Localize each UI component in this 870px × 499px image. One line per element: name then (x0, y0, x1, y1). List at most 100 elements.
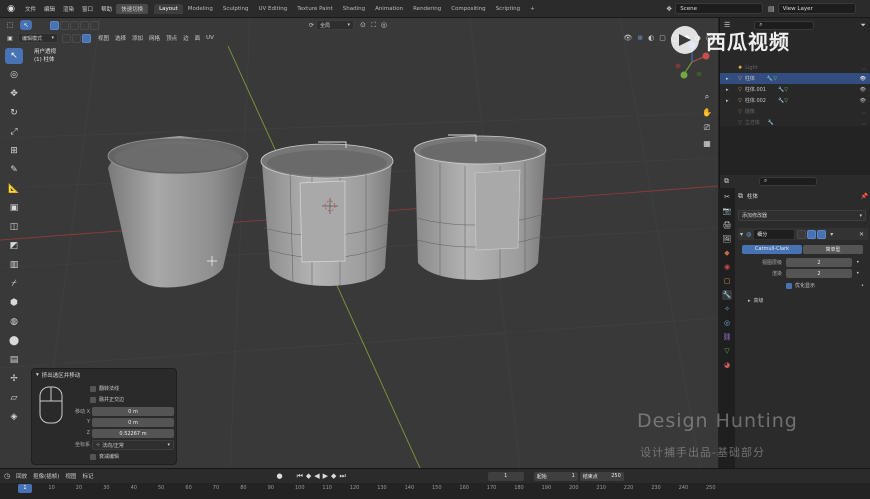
output-tab-icon[interactable]: 🖨 (722, 220, 732, 230)
menu-mesh[interactable]: 网格 (146, 34, 163, 42)
pivot-icon[interactable]: ⊙ (360, 21, 366, 29)
face-select-icon[interactable] (82, 33, 91, 43)
dissolve-orthogonal-checkbox[interactable] (90, 396, 96, 403)
tab-compositing[interactable]: Compositing (446, 4, 490, 14)
tab-shading[interactable]: Shading (338, 4, 370, 14)
select-mode-extend-icon[interactable] (60, 20, 69, 30)
visibility-eye-icon[interactable]: ◡ (862, 109, 866, 115)
scale-icon[interactable]: ⤢ (5, 124, 23, 140)
menu-uv[interactable]: UV (203, 35, 217, 41)
end-frame-field[interactable]: 结束点 250 (579, 471, 624, 481)
perspective-grid-icon[interactable]: ▦ (700, 139, 714, 148)
constraints-tab-icon[interactable]: ⛓ (722, 332, 732, 342)
timeline-ruler[interactable]: 1 10 20 30 40 50 60 70 80 90 100 110 120 130 140 150 16… (0, 483, 870, 499)
select-mode-intersect-icon[interactable] (90, 20, 99, 30)
outliner-item-light[interactable]: ✹ Light ◡ (720, 62, 870, 73)
menu-file[interactable]: 文件 (21, 5, 40, 13)
scene-name-field[interactable]: Scene (675, 3, 764, 14)
flip-normals-row[interactable]: 翻转法线 (90, 385, 119, 392)
optimal-display-checkbox[interactable] (786, 282, 792, 289)
visibility-eye-icon[interactable]: ◡ (862, 120, 866, 126)
inset-icon[interactable]: ◫ (5, 219, 23, 235)
editor-type-icon[interactable]: ⬚ (4, 20, 16, 30)
overlay-icon[interactable]: ◐ (648, 34, 654, 42)
visibility-eye-icon[interactable]: 👁 (860, 87, 866, 93)
dissolve-orthogonal-row[interactable]: 融并正交边 (90, 396, 124, 403)
viewport-levels-field[interactable]: 2 (786, 258, 852, 267)
visibility-eye-icon[interactable]: ◡ (862, 65, 866, 71)
start-frame-field[interactable]: 起始 1 (533, 471, 578, 481)
record-icon[interactable]: ● (276, 472, 282, 480)
transform-icon[interactable]: ⊞ (5, 143, 23, 159)
animate-dot-icon[interactable]: • (856, 270, 860, 277)
tab-layout[interactable]: Layout (154, 3, 183, 14)
move-x-field[interactable]: 0 m (92, 407, 174, 416)
modifier-tab-icon[interactable]: 🔧 (722, 290, 732, 300)
edge-select-icon[interactable] (72, 33, 81, 43)
menu-view[interactable]: 视图 (95, 34, 112, 42)
blender-logo-icon[interactable]: ◉ (4, 3, 18, 15)
jump-end-icon[interactable]: ⏭ (339, 472, 345, 481)
outliner-item-cylinder[interactable]: ▸ ▽ 柱体 🔧▽ 👁 (720, 73, 870, 84)
menu-edit[interactable]: 编辑 (40, 5, 59, 13)
last-operator-panel[interactable]: ▾ 挤出选区并移动 翻转法线 融并正交边 移动 X 0 m Y 0 m Z 0.… (31, 368, 177, 465)
shrink-fatten-icon[interactable]: ✢ (5, 371, 23, 387)
filter-icon[interactable]: ⏷ (860, 21, 866, 30)
viewport-toggle-icon[interactable] (807, 229, 817, 239)
menu-timeline-view[interactable]: 视图 (62, 472, 79, 480)
subdivision-modifier-header[interactable]: ▾ ◍ 细分 ▾ ✕ (738, 228, 868, 240)
edge-slide-icon[interactable]: ▤ (5, 352, 23, 368)
menu-keying[interactable]: 抠像(插帧) (30, 472, 62, 480)
advanced-subpanel[interactable]: ▸ 高级 (738, 296, 868, 305)
flip-normals-checkbox[interactable] (90, 385, 96, 392)
data-tab-icon[interactable]: ▽ (722, 346, 732, 356)
mode-dropdown[interactable]: 编辑模式 ▾ (18, 33, 58, 43)
outliner-item-camera[interactable]: ▽ 摄像 ◡ (720, 106, 870, 117)
render-levels-field[interactable]: 2 (786, 269, 852, 278)
world-tab-icon[interactable]: ◉ (722, 262, 732, 272)
visibility-eye-icon[interactable]: 👁 (860, 76, 866, 82)
animate-dot-icon[interactable]: • (856, 259, 860, 266)
properties-search-field[interactable]: ⌕ (759, 177, 817, 186)
zoom-icon[interactable]: ⌕ (700, 92, 714, 102)
bevel-icon[interactable]: ◩ (5, 238, 23, 254)
pin-icon[interactable]: 📌 (861, 193, 868, 200)
xray-icon[interactable]: ▢ (659, 34, 666, 42)
gizmo-icon[interactable]: ⊕ (637, 34, 643, 42)
camera-view-icon[interactable]: ⎚ (700, 123, 714, 133)
play-reverse-icon[interactable]: ◀ (314, 472, 319, 480)
move-y-field[interactable]: 0 m (92, 418, 174, 427)
select-box-icon[interactable]: ↖ (5, 48, 23, 64)
operator-panel-header[interactable]: ▾ 挤出选区并移动 (32, 369, 176, 380)
proportional-edit-row[interactable]: 衰减编辑 (90, 453, 119, 460)
coord-system-dropdown[interactable]: ⊹ 法向/正常 ▾ (92, 440, 174, 450)
add-modifier-dropdown[interactable]: 添加修改器 ▾ (738, 210, 866, 221)
timeline-editor-icon[interactable]: ◷ (4, 472, 10, 480)
select-mode-new-icon[interactable] (50, 20, 59, 30)
properties-editor-icon[interactable]: ⧉ (724, 177, 729, 186)
shear-icon[interactable]: ▱ (5, 390, 23, 406)
scene-tab-icon[interactable]: ◆ (722, 248, 732, 258)
transform-orientation-dropdown[interactable]: 全局 ▾ (316, 20, 355, 30)
animate-dot-icon[interactable]: • (861, 283, 864, 289)
menu-help[interactable]: 帮助 (97, 5, 116, 13)
tab-sculpting[interactable]: Sculpting (218, 4, 254, 14)
tab-animation[interactable]: Animation (370, 4, 408, 14)
tab-catmull-clark[interactable]: Catmull-Clark (742, 244, 802, 254)
menu-window[interactable]: 窗口 (78, 5, 97, 13)
tab-scripting[interactable]: Scripting (491, 4, 525, 14)
material-tab-icon[interactable]: ◕ (722, 360, 732, 370)
add-workspace-button[interactable]: + (525, 4, 540, 14)
visibility-eye-icon[interactable]: 👁 (860, 98, 866, 104)
edit-mode-toggle-icon[interactable] (797, 229, 807, 239)
chevron-down-icon[interactable]: ▾ (830, 231, 833, 238)
measure-icon[interactable]: 📐 (5, 181, 23, 197)
scene-selector[interactable]: ❖ Scene (666, 3, 764, 14)
view-layer-field[interactable]: View Layer (777, 3, 856, 14)
prev-keyframe-icon[interactable]: ◆ (306, 472, 311, 480)
jump-start-icon[interactable]: ⏮ (297, 472, 303, 481)
view-object-types-icon[interactable]: 👁 (623, 34, 632, 42)
object-tab-icon[interactable]: ▢ (722, 276, 732, 286)
menu-vertex[interactable]: 顶点 (163, 34, 180, 42)
rotate-icon[interactable]: ↻ (5, 105, 23, 121)
